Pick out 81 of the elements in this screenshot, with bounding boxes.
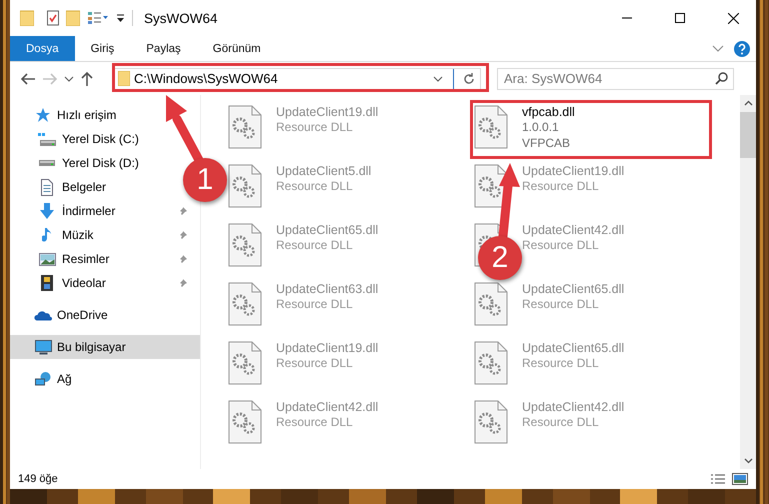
window-title: SysWOW64 [144,10,219,26]
pin-icon[interactable] [178,230,188,240]
monitor-icon [34,340,52,354]
file-detail: 1.0.0.1 [522,119,559,135]
star-icon [34,107,52,123]
file-detail: Resource DLL [522,296,599,312]
help-icon[interactable] [734,40,750,56]
maximize-icon [675,13,685,23]
sidebar-item[interactable]: Resimler [10,247,200,271]
file-icon [228,400,262,444]
sidebar-item[interactable]: Videolar [10,271,200,295]
back-arrow-icon [20,72,36,86]
caret-icon[interactable] [64,76,74,82]
download-icon [40,203,54,219]
minimize-icon [622,17,632,19]
sidebar-item[interactable]: Hızlı erişim [10,103,120,127]
file-icon [228,282,262,326]
file-icon [474,341,508,385]
file-detail: Resource DLL [522,178,599,194]
ribbon-tab[interactable]: Görünüm [196,36,277,61]
file-detail: Resource DLL [276,237,353,253]
scrollbar[interactable] [740,95,756,469]
file-detail: VFPCAB [522,135,570,151]
file-detail: Resource DLL [276,119,353,135]
ribbon-tab[interactable]: Giriş [74,36,130,61]
search-icon[interactable] [715,72,728,85]
address-field[interactable]: C:\Windows\SysWOW64 [113,68,481,90]
cloud-icon [34,310,52,320]
file-detail: Resource DLL [522,237,599,253]
file-detail: Resource DLL [522,414,599,430]
scroll-up-icon[interactable] [744,100,752,106]
view-options-icon[interactable] [87,11,109,25]
file-icon [228,341,262,385]
sidebar-item[interactable]: Belgeler [10,175,110,199]
file-detail: Resource DLL [276,296,353,312]
drive-icon [38,132,56,146]
sidebar-item[interactable]: Yerel Disk (D:) [10,151,143,175]
pin-icon[interactable] [178,278,188,288]
file-icon [474,400,508,444]
ribbon-tab[interactable]: Dosya [10,36,75,61]
file-detail: Resource DLL [276,414,353,430]
properties-icon[interactable] [47,10,59,26]
file-name[interactable]: vfpcab.dll [522,105,575,119]
close-icon [728,12,738,24]
film-icon [41,275,53,291]
search-field[interactable]: Ara: SysWOW64 [497,68,734,90]
sidebar-item[interactable]: Bu bilgisayar [10,335,200,359]
file-detail: Resource DLL [522,355,599,371]
folder-icon [118,71,130,86]
sidebar-item[interactable]: OneDrive [10,303,112,327]
chevron-icon[interactable] [712,45,724,52]
large-icons-view-icon[interactable] [732,473,748,485]
dropdown-icon[interactable] [116,13,125,23]
refresh-icon[interactable] [462,72,476,86]
chevron-icon[interactable] [433,76,443,82]
sidebar-item[interactable]: Müzik [10,223,200,247]
ribbon-tab[interactable]: Paylaş [130,36,197,61]
drive-icon [39,160,55,166]
file-icon [228,105,262,149]
image-icon [38,252,56,266]
scroll-thumb[interactable] [740,112,756,158]
back-button[interactable] [20,72,36,86]
file-icon [474,105,508,149]
sidebar-item[interactable]: Ağ [10,367,76,391]
network-icon [35,372,51,386]
file-icon [228,223,262,267]
pin-icon[interactable] [178,206,188,216]
file-detail: Resource DLL [276,178,353,194]
sidebar-item[interactable]: Yerel Disk (C:) [10,127,143,151]
file-icon [228,164,262,208]
forward-arrow-icon [42,72,58,86]
sidebar-item[interactable]: İndirmeler [10,199,200,223]
document-icon [41,178,53,196]
up-arrow-icon[interactable] [80,70,94,86]
details-view-icon[interactable] [710,474,726,484]
file-icon [474,282,508,326]
pin-icon[interactable] [178,254,188,264]
item-count: 149 öğe [18,473,59,485]
file-detail: Resource DLL [276,355,353,371]
music-note-icon [42,227,52,243]
scroll-down-icon[interactable] [744,458,752,464]
